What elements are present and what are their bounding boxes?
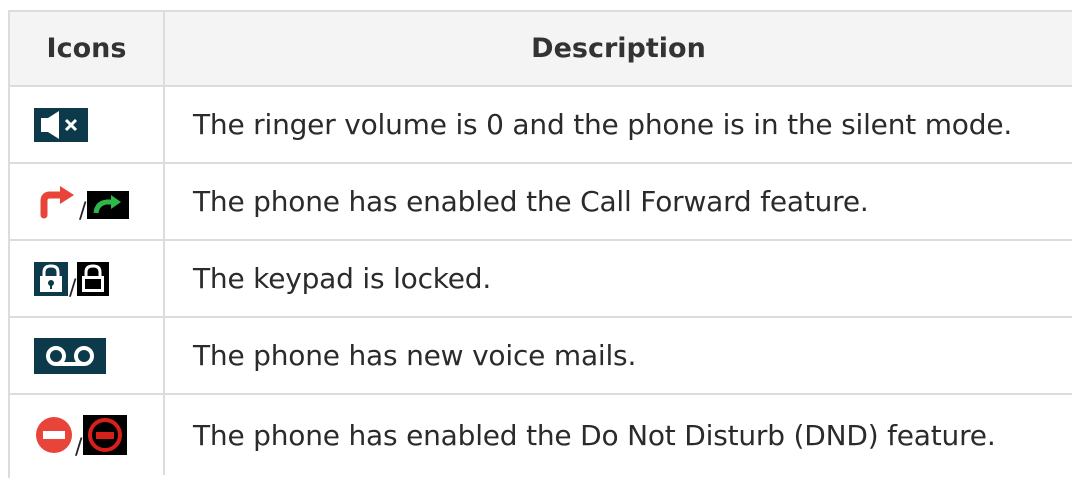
description-cell: The phone has enabled the Call Forward f…	[165, 164, 1072, 239]
padlock-filled-icon	[34, 261, 68, 296]
row-description: The phone has enabled the Call Forward f…	[193, 185, 869, 218]
voicemail-icon	[34, 337, 106, 374]
icon-separator: /	[79, 198, 87, 224]
description-cell: The phone has enabled the Do Not Disturb…	[165, 395, 1072, 475]
do-not-disturb-icon	[36, 417, 72, 453]
padlock-outline-icon	[77, 261, 110, 296]
header-icons-label: Icons	[46, 33, 127, 64]
icons-description-table: Icons Description The ringer volume is 0…	[8, 10, 1072, 478]
table-row: / The keypad is locked.	[10, 241, 1072, 318]
header-cell-description: Description	[165, 12, 1072, 85]
icons-cell: /	[10, 241, 165, 316]
call-forward-arrow-icon	[40, 185, 74, 218]
table-row: The phone has new voice mails.	[10, 318, 1072, 395]
table-row: / The phone has enabled the Do Not Distu…	[10, 395, 1072, 475]
row-description: The keypad is locked.	[193, 262, 492, 295]
row-description: The phone has enabled the Do Not Disturb…	[193, 418, 996, 452]
table-row: / The phone has enabled the Call Forward…	[10, 164, 1072, 241]
table-header-row: Icons Description	[10, 12, 1072, 87]
icons-cell: /	[10, 164, 165, 239]
header-cell-icons: Icons	[10, 12, 165, 85]
icons-cell	[10, 318, 165, 393]
icon-separator: /	[75, 435, 83, 460]
row-description: The phone has new voice mails.	[193, 339, 637, 372]
call-forward-green-arrow-icon	[87, 190, 130, 219]
icons-cell	[10, 87, 165, 162]
icons-cell: /	[10, 395, 165, 475]
description-cell: The ringer volume is 0 and the phone is …	[165, 87, 1072, 162]
row-description: The ringer volume is 0 and the phone is …	[193, 108, 1013, 141]
table-row: The ringer volume is 0 and the phone is …	[10, 87, 1072, 164]
description-cell: The phone has new voice mails.	[165, 318, 1072, 393]
muted-speaker-icon	[34, 107, 88, 142]
do-not-disturb-black-box-icon	[83, 415, 128, 455]
icon-separator: /	[69, 275, 77, 301]
description-cell: The keypad is locked.	[165, 241, 1072, 316]
header-description-label: Description	[531, 33, 706, 64]
